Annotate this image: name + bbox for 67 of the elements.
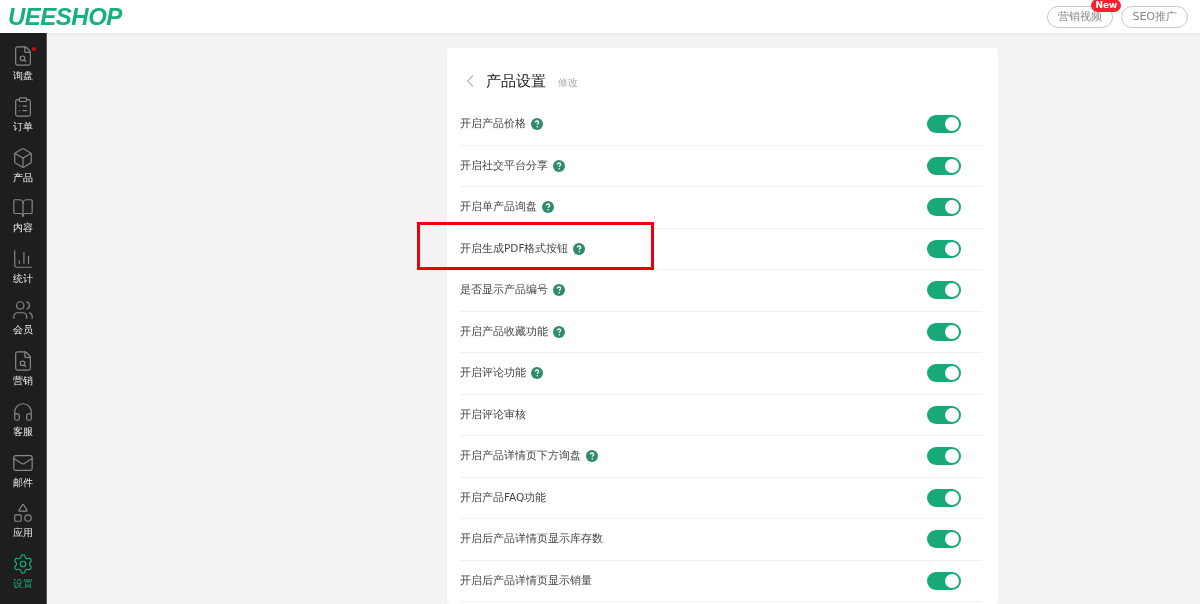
nav-label: 设置 xyxy=(13,577,33,592)
toggle-switch[interactable] xyxy=(927,364,961,383)
toggle-switch[interactable] xyxy=(927,198,961,217)
help-icon[interactable] xyxy=(531,367,543,380)
nav-icon xyxy=(12,197,34,220)
setting-label: 开启社交平台分享 xyxy=(460,158,548,173)
toggle-switch[interactable] xyxy=(927,239,961,258)
toggle-switch[interactable] xyxy=(927,115,961,134)
sidebar-item[interactable]: 客服 xyxy=(0,400,46,452)
setting-label: 是否显示产品编号 xyxy=(460,283,548,298)
setting-label: 开启后产品详情页显示库存数 xyxy=(460,532,603,547)
sidebar-item[interactable]: 应用 xyxy=(0,502,46,554)
help-icon[interactable] xyxy=(531,118,543,131)
panel-title: 产品设置 xyxy=(486,71,546,91)
nav-icon xyxy=(12,400,34,423)
new-badge: New xyxy=(1091,0,1122,12)
nav-label: 应用 xyxy=(13,526,33,541)
nav-icon xyxy=(12,349,34,372)
setting-label: 开启产品收藏功能 xyxy=(460,324,548,339)
toggle-switch[interactable] xyxy=(927,530,961,549)
sidebar-item[interactable]: 询盘 xyxy=(0,45,46,96)
toggle-switch[interactable] xyxy=(927,322,961,341)
sidebar-item[interactable]: 邮件 xyxy=(0,451,46,503)
help-icon[interactable] xyxy=(542,201,554,214)
nav-icon xyxy=(12,299,34,322)
setting-label: 开启产品详情页下方询盘 xyxy=(460,449,581,464)
setting-label: 开启评论审核 xyxy=(460,407,526,422)
nav-label: 客服 xyxy=(13,424,33,439)
header-button[interactable]: SEO推广 xyxy=(1121,5,1188,28)
nav-icon xyxy=(12,502,34,525)
nav-label: 订单 xyxy=(13,119,33,134)
nav-label: 询盘 xyxy=(13,69,33,83)
nav-label: 邮件 xyxy=(13,475,33,490)
help-icon[interactable] xyxy=(553,284,565,297)
sidebar-item[interactable]: 产品 xyxy=(0,146,46,198)
nav-label: 营销 xyxy=(13,373,33,388)
toggle-switch[interactable] xyxy=(927,447,961,466)
sidebar-item[interactable]: 内容 xyxy=(0,197,46,249)
nav-icon xyxy=(12,553,34,576)
setting-label: 开启产品FAQ功能 xyxy=(460,490,547,505)
toggle-switch[interactable] xyxy=(927,571,961,590)
sidebar-item[interactable]: 设置 xyxy=(0,553,46,604)
nav-label: 内容 xyxy=(13,221,33,236)
sidebar-item[interactable]: 营销 xyxy=(0,349,46,401)
setting-label: 开启后产品详情页显示销量 xyxy=(460,573,592,588)
nav-label: 产品 xyxy=(13,170,33,185)
nav-icon xyxy=(12,248,34,271)
help-icon[interactable] xyxy=(586,450,598,463)
toggle-switch[interactable] xyxy=(927,488,961,507)
toggle-switch[interactable] xyxy=(927,281,961,300)
setting-label: 开启产品价格 xyxy=(460,117,526,132)
nav-label: 统计 xyxy=(13,272,33,287)
setting-label: 开启单产品询盘 xyxy=(460,200,537,215)
help-icon[interactable] xyxy=(553,159,565,172)
nav-icon xyxy=(12,95,34,118)
nav-icon xyxy=(12,146,34,169)
toggle-switch[interactable] xyxy=(927,156,961,175)
setting-label: 开启生成PDF格式按钮 xyxy=(460,241,569,256)
nav-label: 会员 xyxy=(13,323,33,338)
nav-icon xyxy=(12,45,34,67)
help-icon[interactable] xyxy=(573,242,586,255)
help-icon[interactable] xyxy=(553,325,565,338)
setting-label: 开启评论功能 xyxy=(460,366,526,381)
sidebar-item[interactable]: 统计 xyxy=(0,248,46,300)
sidebar-item[interactable]: 订单 xyxy=(0,95,46,147)
sidebar-item[interactable]: 会员 xyxy=(0,299,46,350)
toggle-switch[interactable] xyxy=(927,405,961,424)
